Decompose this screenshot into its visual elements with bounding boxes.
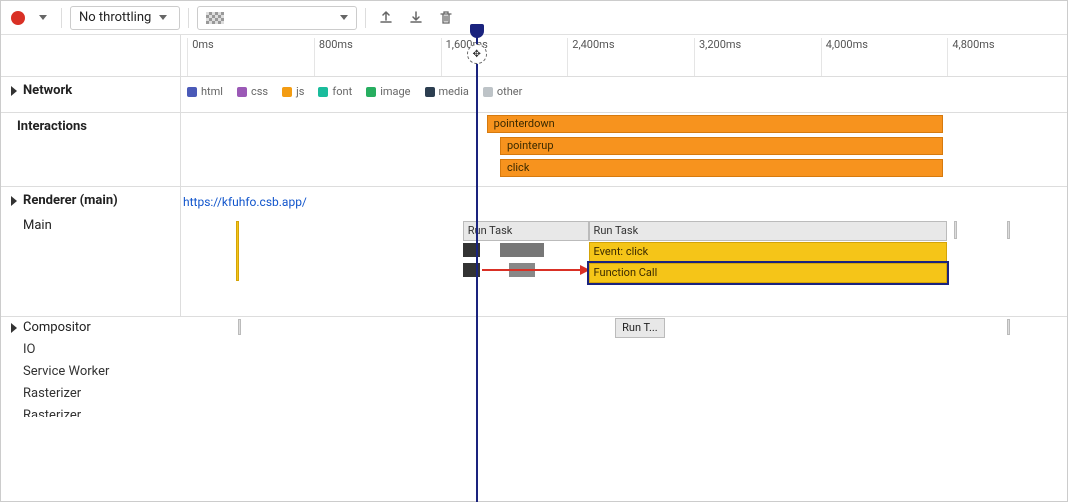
legend-item-other: other xyxy=(483,85,523,98)
network-track: Network html css js font image media oth… xyxy=(1,77,1067,113)
io-track-label[interactable]: IO xyxy=(1,339,181,361)
rasterizer-track-label[interactable]: Rasterizer xyxy=(1,383,181,405)
divider xyxy=(61,8,62,28)
divider xyxy=(365,8,366,28)
activity-block[interactable] xyxy=(463,243,481,257)
activity-block[interactable] xyxy=(500,243,544,257)
clear-button[interactable] xyxy=(434,6,458,30)
function-call-bar[interactable]: Function Call xyxy=(589,263,948,283)
expand-triangle-icon xyxy=(11,323,17,333)
activity-sliver[interactable] xyxy=(954,221,957,239)
network-track-label[interactable]: Network xyxy=(1,77,181,112)
rasterizer-track-2: Rasterizer xyxy=(1,405,1067,427)
event-click-bar[interactable]: Event: click xyxy=(589,242,948,262)
network-conditions-select[interactable] xyxy=(197,6,357,30)
activity-sliver[interactable] xyxy=(236,221,239,281)
renderer-track: Renderer (main) Main https://kfuhfo.csb.… xyxy=(1,187,1067,317)
throttling-select[interactable]: No throttling xyxy=(70,6,180,30)
trash-icon xyxy=(438,10,454,26)
renderer-track-label[interactable]: Renderer (main) Main xyxy=(1,187,181,316)
import-button[interactable] xyxy=(404,6,428,30)
ruler-tick: 2,400ms xyxy=(567,38,614,76)
rasterizer-track-label[interactable]: Rasterizer xyxy=(1,405,181,417)
legend-item-css: css xyxy=(237,85,268,98)
interaction-bar-pointerdown[interactable]: pointerdown xyxy=(487,115,943,133)
run-task-small[interactable]: Run T... xyxy=(615,318,665,338)
checkerboard-icon xyxy=(206,12,224,24)
ruler-tick: 800ms xyxy=(314,38,353,76)
io-track: IO xyxy=(1,339,1067,361)
service-worker-track: Service Worker xyxy=(1,361,1067,383)
activity-block[interactable] xyxy=(463,263,481,277)
divider xyxy=(188,8,189,28)
ruler-tick: 4,000ms xyxy=(821,38,868,76)
service-worker-track-label[interactable]: Service Worker xyxy=(1,361,181,383)
activity-sliver[interactable] xyxy=(1007,319,1010,335)
chevron-down-icon xyxy=(340,15,348,20)
interaction-bar-pointerup[interactable]: pointerup xyxy=(500,137,943,155)
activity-sliver[interactable] xyxy=(1007,221,1010,239)
interactions-track: Interactions pointerdown pointerup click xyxy=(1,113,1067,187)
task-bar-2[interactable]: Run Task xyxy=(589,221,948,241)
legend-item-media: media xyxy=(425,85,469,98)
expand-triangle-icon xyxy=(11,196,17,206)
legend-item-image: image xyxy=(366,85,410,98)
compositor-track: Compositor Run T... xyxy=(1,317,1067,339)
frame-url-link[interactable]: https://kfuhfo.csb.app/ xyxy=(181,191,309,213)
chevron-down-icon xyxy=(159,15,167,20)
interactions-track-label[interactable]: Interactions xyxy=(1,113,181,186)
ruler-tick: 1,600ms xyxy=(441,38,488,76)
arrow-line xyxy=(482,269,584,271)
network-legend: html css js font image media other xyxy=(181,81,1067,98)
record-options-caret[interactable] xyxy=(39,15,47,20)
export-button[interactable] xyxy=(374,6,398,30)
legend-item-js: js xyxy=(282,85,304,98)
activity-sliver[interactable] xyxy=(238,319,241,335)
ruler-tick: 4,800ms xyxy=(947,38,994,76)
download-icon xyxy=(408,10,424,26)
rasterizer-track-1: Rasterizer xyxy=(1,383,1067,405)
timeline-ruler[interactable]: 0ms 800ms 1,600ms 2,400ms 3,200ms 4,000m… xyxy=(1,35,1067,77)
record-button[interactable] xyxy=(11,11,25,25)
upload-icon xyxy=(378,10,394,26)
ruler-tick: 3,200ms xyxy=(694,38,741,76)
compositor-track-label[interactable]: Compositor xyxy=(1,317,181,339)
legend-item-font: font xyxy=(318,85,352,98)
main-thread-label: Main xyxy=(11,218,52,233)
expand-triangle-icon xyxy=(11,86,17,96)
legend-item-html: html xyxy=(187,85,223,98)
throttling-label: No throttling xyxy=(79,10,151,25)
task-bar-1[interactable]: Run Task xyxy=(463,221,589,241)
interaction-bar-click[interactable]: click xyxy=(500,159,943,177)
ruler-tick: 0ms xyxy=(187,38,214,76)
toolbar: No throttling xyxy=(1,1,1067,35)
